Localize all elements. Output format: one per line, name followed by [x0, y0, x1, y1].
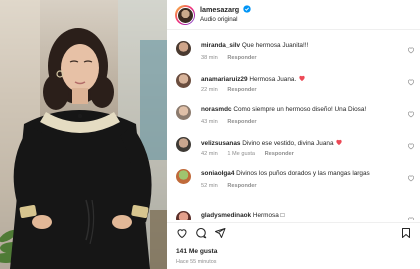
- comment-username[interactable]: gladysmedinaok: [201, 212, 251, 219]
- post-panel: lamesazarg Audio original miranda_silv Q…: [167, 0, 420, 269]
- comment-meta: 22 min Responder: [201, 87, 265, 93]
- comment-item: soniaolga4 Divinos los puños dorados y l…: [167, 166, 420, 196]
- post-timestamp[interactable]: Hace 55 minutos: [176, 259, 216, 265]
- comment-text: Como siempre un hermoso diseño! Una Dios…: [233, 106, 367, 113]
- comment-item: velizsusanas Divino ese vestido, divina …: [167, 134, 420, 164]
- author-avatar[interactable]: [175, 5, 195, 25]
- comment-meta: 43 min Responder: [201, 119, 265, 125]
- comment-text: Divino ese vestido, divina Juana: [242, 140, 334, 147]
- comment-text: Divinos los puños dorados y las mangas l…: [236, 170, 370, 177]
- comment-username[interactable]: norasmdc: [201, 106, 232, 113]
- comment-time: 42 min: [201, 151, 218, 157]
- comment-meta: 52 min Responder: [201, 183, 265, 189]
- like-comment-heart-icon[interactable]: [407, 78, 415, 86]
- commenter-avatar[interactable]: [176, 137, 191, 152]
- comment-item: miranda_silv Que hermosa Juanita!!! 38 m…: [167, 38, 420, 68]
- commenter-avatar[interactable]: [176, 105, 191, 120]
- comment-text-line: miranda_silv Que hermosa Juanita!!!: [201, 42, 308, 49]
- red-heart-emoji-icon: [299, 75, 305, 81]
- reply-button[interactable]: Responder: [227, 87, 256, 93]
- post-photo[interactable]: [0, 0, 167, 269]
- comment-time: 52 min: [201, 183, 218, 189]
- comment-time: 43 min: [201, 119, 218, 125]
- comment-item: anamariaruiz29 Hermosa Juana. 22 min Res…: [167, 70, 420, 100]
- comment-text-line: norasmdc Como siempre un hermoso diseño!…: [201, 106, 366, 113]
- heart-icon[interactable]: [176, 227, 188, 239]
- like-comment-heart-icon[interactable]: [407, 216, 415, 220]
- like-count[interactable]: 141 Me gusta: [176, 248, 217, 255]
- like-comment-heart-icon[interactable]: [407, 110, 415, 118]
- comment-item: gladysmedinaok Hermosa □: [167, 208, 420, 220]
- commenter-avatar[interactable]: [176, 211, 191, 220]
- comment-meta: 42 min 1 Me gusta Responder: [201, 151, 302, 157]
- comment-username[interactable]: anamariaruiz29: [201, 76, 248, 83]
- comment-username[interactable]: velizsusanas: [201, 140, 240, 147]
- like-comment-heart-icon[interactable]: [407, 174, 415, 182]
- reply-button[interactable]: Responder: [265, 151, 294, 157]
- comment-text-line: soniaolga4 Divinos los puños dorados y l…: [201, 170, 370, 177]
- comment-username[interactable]: soniaolga4: [201, 170, 234, 177]
- like-comment-heart-icon[interactable]: [407, 142, 415, 150]
- comments-list: miranda_silv Que hermosa Juanita!!! 38 m…: [167, 32, 420, 220]
- comment-item: norasmdc Como siempre un hermoso diseño!…: [167, 102, 420, 132]
- commenter-avatar[interactable]: [176, 73, 191, 88]
- comment-like-count[interactable]: 1 Me gusta: [227, 151, 255, 157]
- commenter-avatar[interactable]: [176, 169, 191, 184]
- author-username[interactable]: lamesazarg: [200, 5, 239, 14]
- comment-time: 38 min: [201, 55, 218, 61]
- instagram-post: lamesazarg Audio original miranda_silv Q…: [0, 0, 420, 269]
- comment-icon[interactable]: [195, 227, 207, 239]
- like-comment-heart-icon[interactable]: [407, 46, 415, 54]
- comment-meta: 38 min Responder: [201, 55, 265, 61]
- reply-button[interactable]: Responder: [227, 183, 256, 189]
- photo-illustration: [0, 0, 167, 269]
- post-header: lamesazarg Audio original: [167, 0, 420, 30]
- share-icon[interactable]: [214, 227, 226, 239]
- verified-badge-icon: [243, 4, 251, 13]
- audio-label[interactable]: Audio original: [200, 16, 238, 23]
- post-actions: [167, 222, 420, 242]
- comment-text: Hermosa □: [252, 212, 285, 219]
- reply-button[interactable]: Responder: [227, 119, 256, 125]
- comment-text-line: velizsusanas Divino ese vestido, divina …: [201, 138, 343, 147]
- comment-time: 22 min: [201, 87, 218, 93]
- comment-text-line: anamariaruiz29 Hermosa Juana.: [201, 74, 306, 83]
- comment-text: Que hermosa Juanita!!!: [241, 42, 309, 49]
- red-heart-emoji-icon: [336, 139, 342, 145]
- reply-button[interactable]: Responder: [227, 55, 256, 61]
- comment-text-line: gladysmedinaok Hermosa □: [201, 212, 284, 219]
- comment-text: Hermosa Juana.: [249, 76, 297, 83]
- comment-username[interactable]: miranda_silv: [201, 42, 240, 49]
- bookmark-icon[interactable]: [400, 227, 412, 239]
- commenter-avatar[interactable]: [176, 41, 191, 56]
